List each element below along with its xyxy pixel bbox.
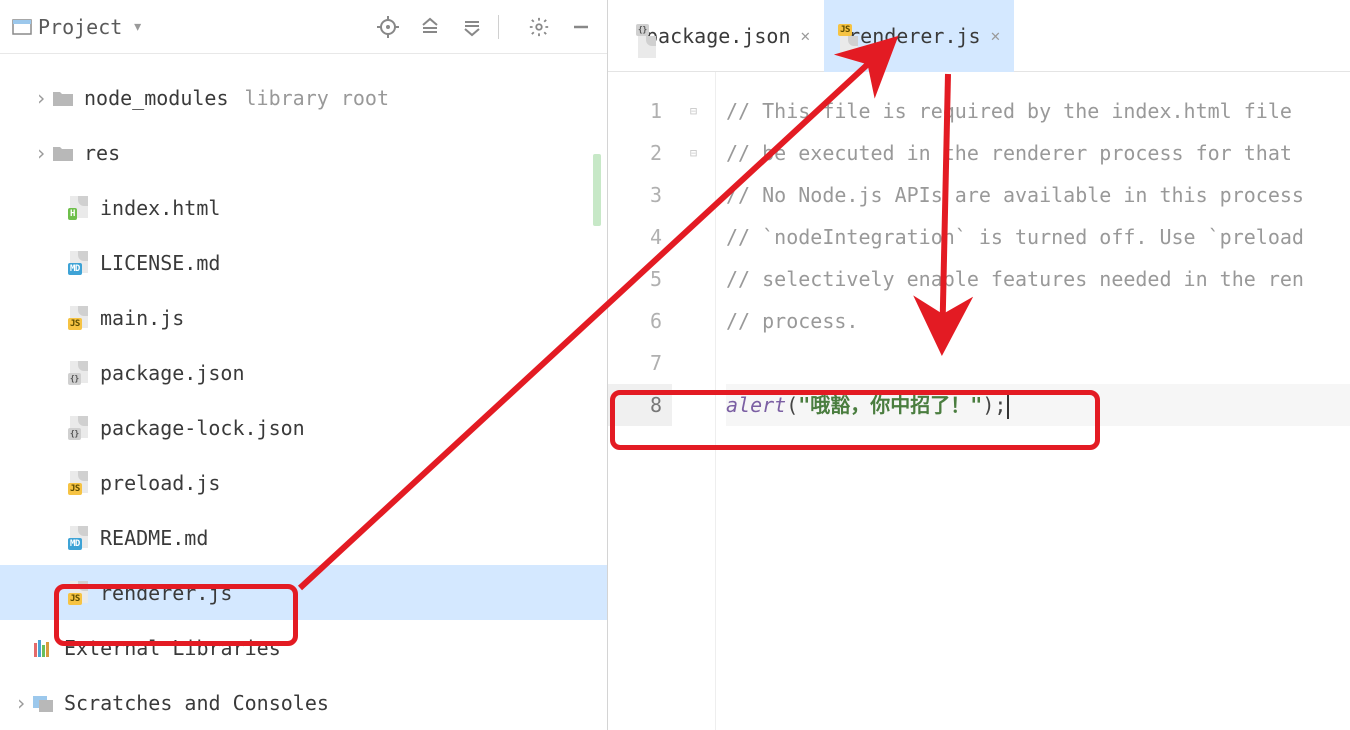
chevron-right-icon: › (32, 86, 50, 110)
collapse-all-icon[interactable] (458, 13, 486, 41)
tree-item-label: package.json (100, 361, 245, 385)
html-file-icon: H (66, 196, 92, 220)
json-file-icon: {} (66, 416, 92, 440)
tree-item-label: External Libraries (64, 636, 281, 660)
tree-item-main-js[interactable]: JS main.js (0, 290, 607, 345)
separator (498, 15, 499, 39)
tab-label: package.json (646, 24, 791, 48)
json-file-icon: {} (66, 361, 92, 385)
code-body[interactable]: // This file is required by the index.ht… (716, 72, 1350, 730)
project-sidebar: Project ▾ › node_modules library root › (0, 0, 608, 730)
tree-item-label: renderer.js (100, 581, 232, 605)
project-icon (12, 19, 32, 35)
tree-item-label: res (84, 141, 120, 165)
js-file-icon: JS (66, 581, 92, 605)
view-mode-label: Project (38, 15, 122, 39)
tree-item-license-md[interactable]: MD LICENSE.md (0, 235, 607, 290)
tree-item-node-modules[interactable]: › node_modules library root (0, 70, 607, 125)
text-cursor (1007, 395, 1009, 419)
tree-item-external-libraries[interactable]: External Libraries (0, 620, 607, 675)
folder-icon (50, 86, 76, 110)
editor-tabs: {} package.json ✕ JS renderer.js ✕ (608, 0, 1350, 72)
tab-label: renderer.js (848, 24, 980, 48)
tree-item-label: package-lock.json (100, 416, 305, 440)
tree-item-package-lock-json[interactable]: {} package-lock.json (0, 400, 607, 455)
tree-item-preload-js[interactable]: JS preload.js (0, 455, 607, 510)
code-line-alert: alert("哦豁，你中招了！"); (726, 384, 1350, 426)
tree-item-label: main.js (100, 306, 184, 330)
tree-item-label: Scratches and Consoles (64, 691, 329, 715)
md-file-icon: MD (66, 251, 92, 275)
chevron-right-icon: › (12, 691, 30, 715)
tree-item-renderer-js[interactable]: JS renderer.js (0, 565, 607, 620)
tree-item-label: README.md (100, 526, 208, 550)
editor-area: {} package.json ✕ JS renderer.js ✕ 1 2 3… (608, 0, 1350, 730)
tree-item-label: node_modules (84, 86, 229, 110)
project-tree: › node_modules library root › res H inde… (0, 54, 607, 730)
view-mode-dropdown[interactable]: Project ▾ (12, 15, 143, 39)
close-icon[interactable]: ✕ (801, 26, 811, 45)
line-number-gutter: 1 2 3 4 5 6 7 8 (608, 72, 672, 730)
libraries-icon (30, 636, 56, 660)
tree-item-package-json[interactable]: {} package.json (0, 345, 607, 400)
tree-item-res[interactable]: › res (0, 125, 607, 180)
minimize-icon[interactable] (567, 13, 595, 41)
tree-item-index-html[interactable]: H index.html (0, 180, 607, 235)
tab-renderer-js[interactable]: JS renderer.js ✕ (824, 0, 1014, 72)
gear-icon[interactable] (525, 13, 553, 41)
scratches-icon (30, 691, 56, 715)
locate-icon[interactable] (374, 13, 402, 41)
tree-item-label: preload.js (100, 471, 220, 495)
code-editor[interactable]: 1 2 3 4 5 6 7 8 ⊟ ⊟ // This file is requ… (608, 72, 1350, 730)
expand-all-icon[interactable] (416, 13, 444, 41)
tree-item-suffix: library root (245, 86, 390, 110)
tree-item-label: index.html (100, 196, 220, 220)
close-icon[interactable]: ✕ (991, 26, 1001, 45)
md-file-icon: MD (66, 526, 92, 550)
fold-gutter: ⊟ ⊟ (672, 72, 716, 730)
tree-item-label: LICENSE.md (100, 251, 220, 275)
tree-item-scratches[interactable]: › Scratches and Consoles (0, 675, 607, 730)
chevron-right-icon: › (32, 141, 50, 165)
sidebar-header: Project ▾ (0, 0, 607, 54)
folder-icon (50, 141, 76, 165)
chevron-down-icon: ▾ (132, 16, 143, 37)
tree-item-readme-md[interactable]: MD README.md (0, 510, 607, 565)
js-file-icon: JS (66, 306, 92, 330)
js-file-icon: JS (66, 471, 92, 495)
tab-package-json[interactable]: {} package.json ✕ (622, 0, 824, 72)
